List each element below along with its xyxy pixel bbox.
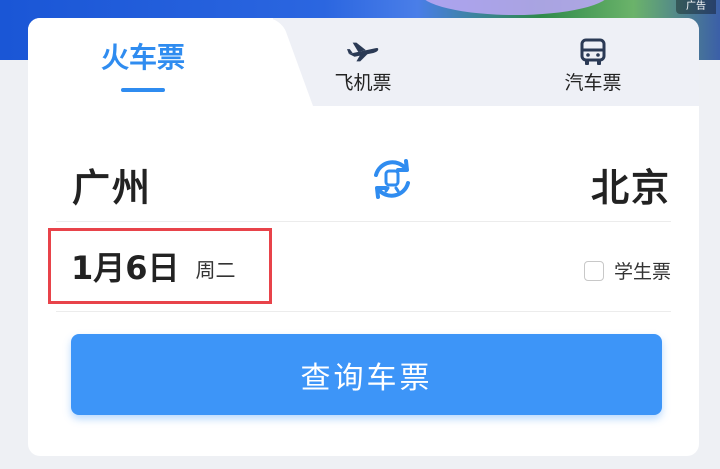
route-selector: 广州 北京: [56, 143, 671, 219]
student-ticket-checkbox[interactable]: [583, 260, 604, 281]
student-ticket-option[interactable]: 学生票: [583, 257, 671, 284]
tab-flight-label: 飞机票: [334, 71, 392, 94]
arrival-city[interactable]: 北京: [591, 157, 671, 212]
departure-city[interactable]: 广州: [72, 157, 152, 212]
divider: [56, 311, 671, 312]
departure-date: 1月6日: [71, 249, 180, 287]
date-selector[interactable]: 1月6日 周二: [48, 228, 272, 304]
search-tickets-button[interactable]: 查询车票: [71, 334, 662, 415]
tab-flight-ticket[interactable]: 飞机票: [313, 18, 413, 106]
tab-bus-ticket[interactable]: 汽车票: [543, 18, 643, 106]
ticket-search-card: 火车票 飞机票 汽车票 广州 北京 1月6日 周二 学生票 查询车票: [28, 18, 699, 456]
date-row: 1月6日 周二 学生票: [48, 223, 671, 311]
tab-train-label: 火车票: [100, 41, 185, 74]
bus-icon: [577, 38, 609, 66]
ad-tag: 广告: [676, 0, 716, 14]
banner-graphic: [420, 0, 610, 15]
airplane-icon: [347, 38, 379, 66]
departure-weekday: 周二: [195, 257, 236, 282]
active-tab-indicator: [121, 88, 165, 92]
tab-bus-label: 汽车票: [564, 71, 622, 94]
student-ticket-label: 学生票: [613, 261, 671, 283]
swap-icon[interactable]: [368, 155, 416, 203]
tab-train-ticket[interactable]: 火车票: [68, 18, 218, 106]
divider: [56, 221, 671, 222]
